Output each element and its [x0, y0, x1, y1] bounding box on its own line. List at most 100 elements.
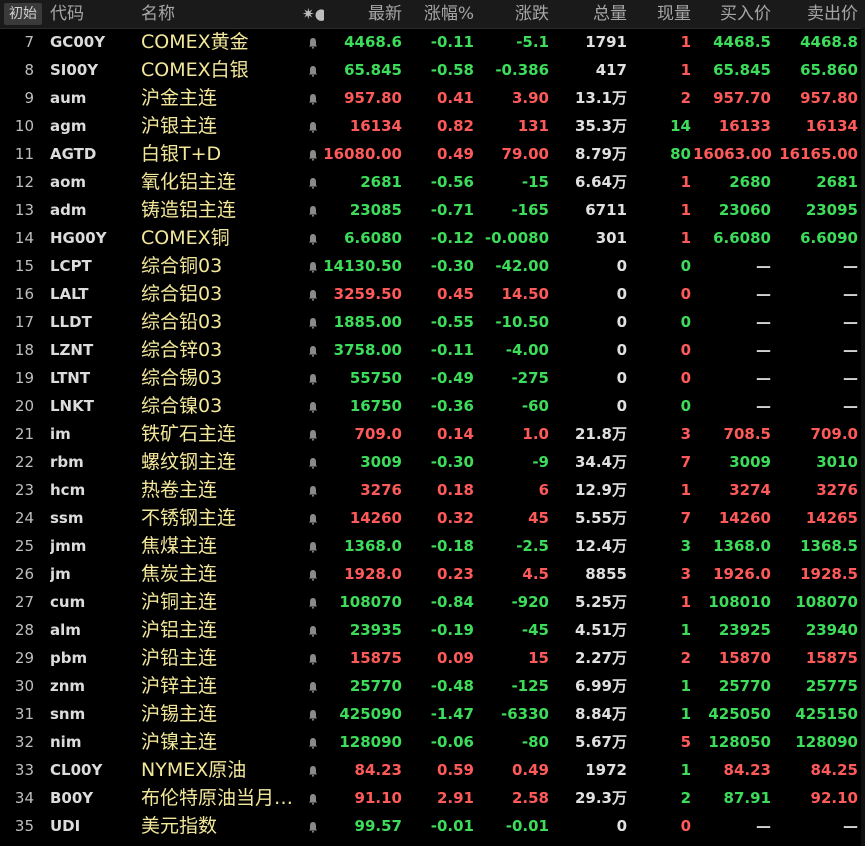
alert-bell-icon[interactable]	[302, 672, 324, 700]
change-amount: -5.1	[516, 33, 549, 51]
alert-bell-icon[interactable]	[302, 448, 324, 476]
table-row[interactable]: 13 adm 铸造铝主连 23085 -0.71 -165 6711 1 23060 23095	[0, 196, 865, 224]
header-last[interactable]: 最新	[322, 0, 402, 28]
symbol-name: 沪铝主连	[141, 619, 218, 641]
table-row[interactable]: 15 LCPT 综合铜03 14130.50 -0.30 -42.00 0 0 — —	[0, 252, 865, 280]
last-price: 1928.0	[344, 565, 402, 583]
symbol-name: 综合锌03	[141, 339, 223, 361]
row-index: 35	[14, 817, 34, 835]
alert-bell-icon[interactable]	[302, 168, 324, 196]
table-row[interactable]: 20 LNKT 综合镍03 16750 -0.36 -60 0 0 — —	[0, 392, 865, 420]
current-volume: 1	[680, 201, 691, 219]
current-volume: 1	[680, 761, 691, 779]
current-volume: 7	[680, 453, 691, 471]
header-pct[interactable]: 涨幅%	[404, 0, 474, 28]
symbol-name: 综合铜03	[141, 255, 223, 277]
table-row[interactable]: 11 AGTD 白银T+D 16080.00 0.49 79.00 8.79万 80 16063…	[0, 140, 865, 168]
table-row[interactable]: 18 LZNT 综合锌03 3758.00 -0.11 -4.00 0 0 — —	[0, 336, 865, 364]
table-row[interactable]: 8 SI00Y COMEX白银 65.845 -0.58 -0.386 417 1 65.845…	[0, 56, 865, 84]
symbol-name: COMEX黄金	[141, 31, 249, 53]
alert-bell-icon[interactable]	[302, 700, 324, 728]
change-amount: -4.00	[505, 341, 549, 359]
header-chg[interactable]: 涨跌	[476, 0, 549, 28]
alert-bell-icon[interactable]	[302, 756, 324, 784]
alert-bell-icon[interactable]	[302, 84, 324, 112]
alert-bell-icon[interactable]	[302, 28, 324, 56]
alert-bell-icon[interactable]	[302, 112, 324, 140]
alert-bell-icon[interactable]	[302, 196, 324, 224]
bid-price: 425050	[708, 705, 771, 723]
change-percent: -0.18	[430, 537, 474, 555]
table-row[interactable]: 24 ssm 不锈钢主连 14260 0.32 45 5.55万 7 14260 14265	[0, 504, 865, 532]
header-flag-icon[interactable]: ✷●	[302, 0, 324, 28]
alert-bell-icon[interactable]	[302, 644, 324, 672]
table-row[interactable]: 9 aum 沪金主连 957.80 0.41 3.90 13.1万 2 957.70 957.80	[0, 84, 865, 112]
table-row[interactable]: 23 hcm 热卷主连 3276 0.18 6 12.9万 1 3274 3276	[0, 476, 865, 504]
symbol-code: hcm	[50, 481, 86, 499]
alert-bell-icon[interactable]	[302, 616, 324, 644]
alert-bell-icon[interactable]	[302, 476, 324, 504]
alert-bell-icon[interactable]	[302, 252, 324, 280]
alert-bell-icon[interactable]	[302, 812, 324, 840]
table-row[interactable]: 27 cum 沪铜主连 108070 -0.84 -920 5.25万 1 108010 1080…	[0, 588, 865, 616]
alert-bell-icon[interactable]	[302, 56, 324, 84]
symbol-name: 沪锡主连	[141, 703, 218, 725]
alert-bell-icon[interactable]	[302, 728, 324, 756]
alert-bell-icon[interactable]	[302, 420, 324, 448]
header-name[interactable]: 名称	[141, 0, 301, 28]
last-price: 16080.00	[323, 145, 402, 163]
alert-bell-icon[interactable]	[302, 784, 324, 812]
table-row[interactable]: 14 HG00Y COMEX铜 6.6080 -0.12 -0.0080 301 1 6.608…	[0, 224, 865, 252]
header-current-volume[interactable]: 现量	[629, 0, 691, 28]
table-row[interactable]: 30 znm 沪锌主连 25770 -0.48 -125 6.99万 1 25770 25775	[0, 672, 865, 700]
symbol-code: B00Y	[50, 789, 94, 807]
table-row[interactable]: 25 jmm 焦煤主连 1368.0 -0.18 -2.5 12.4万 3 1368.0 1368…	[0, 532, 865, 560]
header-code[interactable]: 代码	[50, 0, 136, 28]
table-row[interactable]: 33 CL00Y NYMEX原油 84.23 0.59 0.49 1972 1 84.23 84.…	[0, 756, 865, 784]
alert-bell-icon[interactable]	[302, 532, 324, 560]
table-row[interactable]: 26 jm 焦炭主连 1928.0 0.23 4.5 8855 3 1926.0 1928.5	[0, 560, 865, 588]
alert-bell-icon[interactable]	[302, 560, 324, 588]
init-sort-button[interactable]: 初始	[4, 3, 42, 25]
table-row[interactable]: 21 im 铁矿石主连 709.0 0.14 1.0 21.8万 3 708.5 709.0	[0, 420, 865, 448]
row-index: 7	[24, 33, 34, 51]
alert-bell-icon[interactable]	[302, 308, 324, 336]
change-amount: 79.00	[501, 145, 549, 163]
ask-price: 709.0	[810, 425, 858, 443]
ask-price: 2681	[816, 173, 858, 191]
header-volume[interactable]: 总量	[551, 0, 627, 28]
table-row[interactable]: 28 alm 沪铝主连 23935 -0.19 -45 4.51万 1 23925 23940	[0, 616, 865, 644]
alert-bell-icon[interactable]	[302, 336, 324, 364]
alert-bell-icon[interactable]	[302, 280, 324, 308]
symbol-code: HG00Y	[50, 229, 107, 247]
header-ask[interactable]: 卖出价	[773, 0, 858, 28]
alert-bell-icon[interactable]	[302, 364, 324, 392]
ask-price: —	[843, 369, 858, 387]
total-volume: 2.27万	[574, 649, 627, 667]
ask-price: 23940	[805, 621, 858, 639]
table-row[interactable]: 31 snm 沪锡主连 425090 -1.47 -6330 8.84万 1 425050 425…	[0, 700, 865, 728]
table-row[interactable]: 12 aom 氧化铝主连 2681 -0.56 -15 6.64万 1 2680 2681	[0, 168, 865, 196]
alert-bell-icon[interactable]	[302, 140, 324, 168]
table-row[interactable]: 19 LTNT 综合锡03 55750 -0.49 -275 0 0 — —	[0, 364, 865, 392]
table-row[interactable]: 32 nim 沪镍主连 128090 -0.06 -80 5.67万 5 128050 12809…	[0, 728, 865, 756]
table-row[interactable]: 7 GC00Y COMEX黄金 4468.6 -0.11 -5.1 1791 1 4468.5 4…	[0, 28, 865, 56]
scrollbar[interactable]	[861, 28, 865, 846]
bid-price: 25770	[718, 677, 771, 695]
alert-bell-icon[interactable]	[302, 504, 324, 532]
header-bid[interactable]: 买入价	[693, 0, 771, 28]
ask-price: —	[843, 341, 858, 359]
table-row[interactable]: 10 agm 沪银主连 16134 0.82 131 35.3万 14 16133 16134	[0, 112, 865, 140]
table-row[interactable]: 29 pbm 沪铅主连 15875 0.09 15 2.27万 2 15870 15875	[0, 644, 865, 672]
table-row[interactable]: 17 LLDT 综合铅03 1885.00 -0.55 -10.50 0 0 — —	[0, 308, 865, 336]
table-row[interactable]: 35 UDI 美元指数 99.57 -0.01 -0.01 0 0 — —	[0, 812, 865, 840]
alert-bell-icon[interactable]	[302, 392, 324, 420]
total-volume: 12.4万	[574, 537, 627, 555]
table-row[interactable]: 22 rbm 螺纹钢主连 3009 -0.30 -9 34.4万 7 3009 3010	[0, 448, 865, 476]
alert-bell-icon[interactable]	[302, 588, 324, 616]
table-row[interactable]: 34 B00Y 布伦特原油当月… 91.10 2.91 2.58 29.3万 2 87.91 92…	[0, 784, 865, 812]
alert-bell-icon[interactable]	[302, 224, 324, 252]
current-volume: 0	[680, 341, 691, 359]
ask-price: 957.80	[800, 89, 858, 107]
table-row[interactable]: 16 LALT 综合铝03 3259.50 0.45 14.50 0 0 — —	[0, 280, 865, 308]
